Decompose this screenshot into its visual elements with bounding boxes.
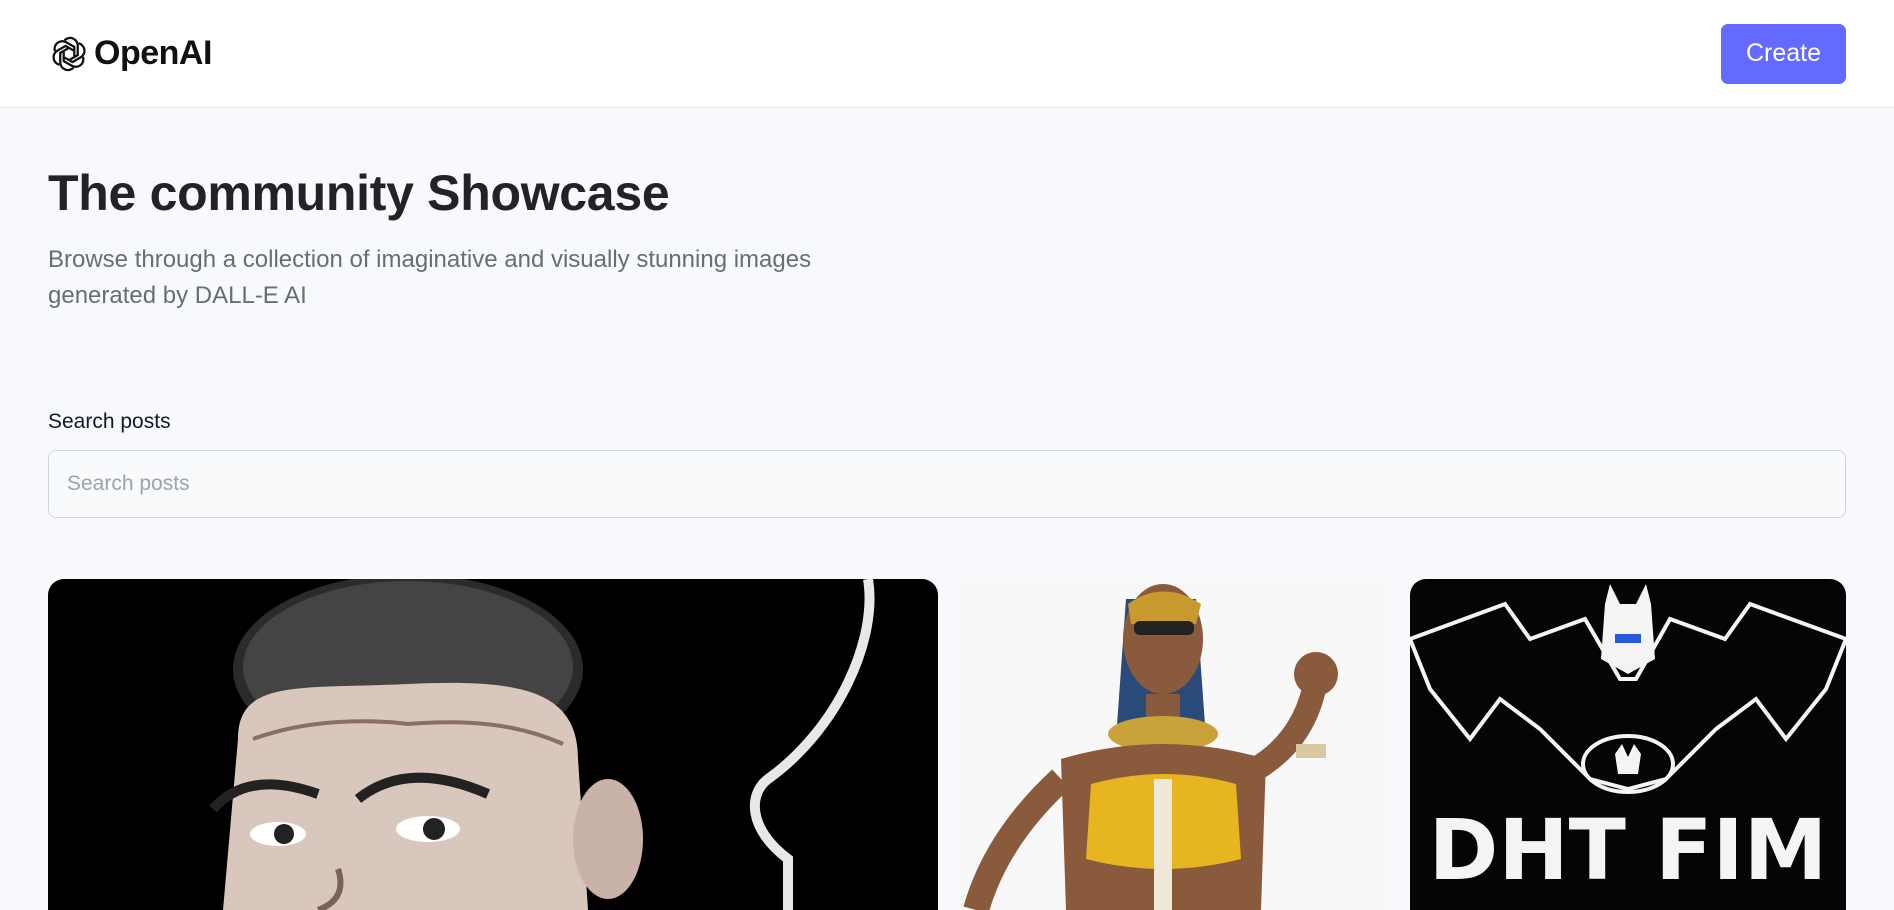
bat-image-icon: DHT FIM xyxy=(1410,579,1846,910)
brand-name: OpenAI xyxy=(94,34,212,72)
search-input[interactable] xyxy=(48,450,1846,518)
openai-logo-icon xyxy=(52,36,86,71)
top-nav: OpenAI Create xyxy=(0,0,1894,108)
image-card-figure[interactable] xyxy=(956,579,1391,910)
page-subtitle: Browse through a collection of imaginati… xyxy=(48,246,812,309)
figure-image-icon xyxy=(956,579,1391,910)
portrait-image-icon xyxy=(48,579,938,910)
image-card-portrait[interactable] xyxy=(48,579,938,910)
openai-logo[interactable]: OpenAI xyxy=(48,33,212,75)
bat-image-text: DHT FIM xyxy=(1429,801,1828,899)
search-label: Search posts xyxy=(48,410,171,433)
page-title: The community Showcase xyxy=(48,165,670,221)
create-button[interactable]: Create xyxy=(1721,23,1846,84)
image-card-bat[interactable]: DHT FIM xyxy=(1410,579,1846,910)
